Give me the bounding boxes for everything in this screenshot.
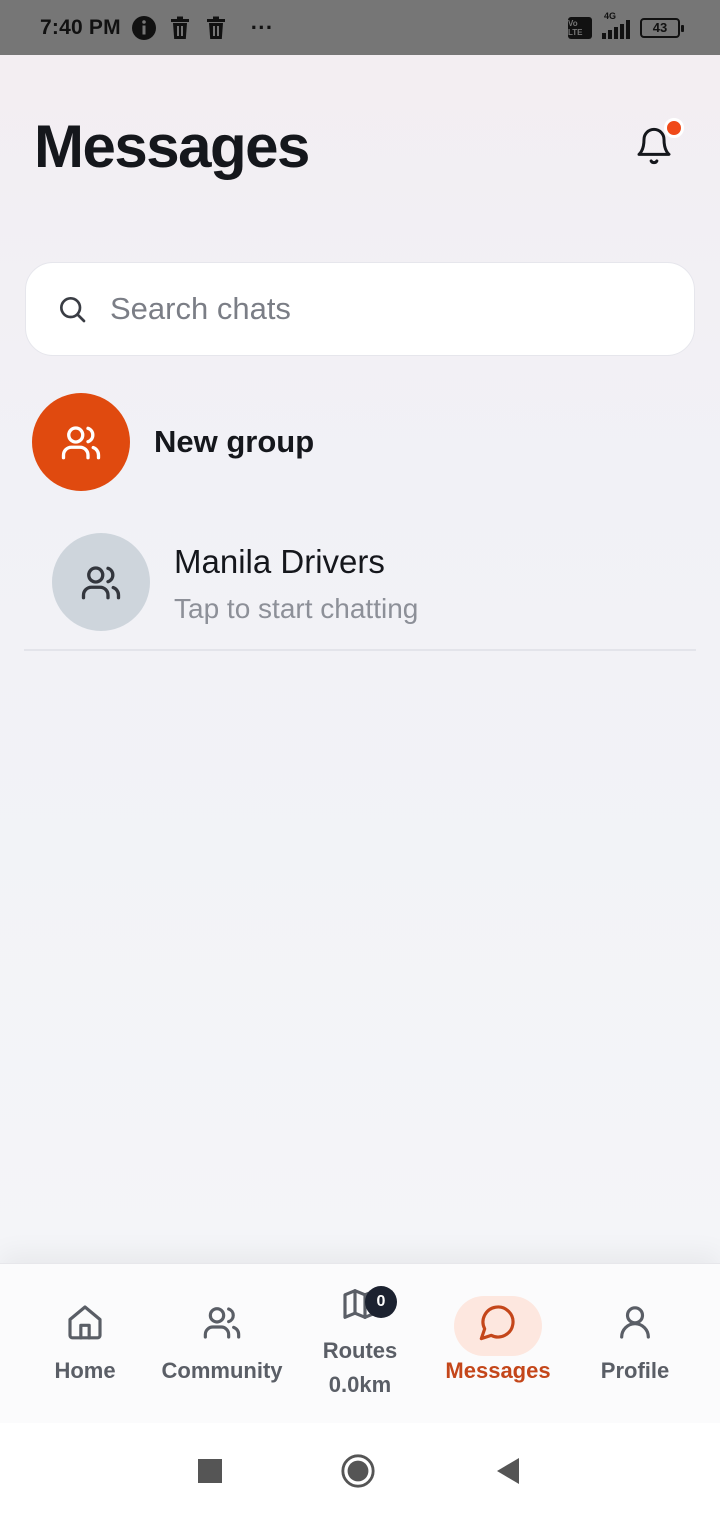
notification-dot	[664, 118, 684, 138]
battery-level: 43	[652, 20, 668, 35]
page-title: Messages	[34, 112, 310, 180]
nav-messages-label: Messages	[445, 1358, 551, 1383]
messages-screen: Messages New group	[0, 55, 720, 1263]
user-icon	[620, 1306, 650, 1339]
nav-home-label: Home	[54, 1358, 116, 1383]
chat-preview: Tap to start chatting	[174, 593, 419, 624]
search-bar[interactable]	[25, 262, 695, 356]
square-icon	[198, 1459, 222, 1483]
nav-home[interactable]: Home	[30, 1264, 140, 1424]
status-time: 7:40 PM	[40, 15, 121, 39]
routes-distance: 0.0km	[328, 1372, 392, 1398]
nav-routes-label: Routes	[322, 1338, 398, 1363]
chat-list-item[interactable]: Manila Drivers Tap to start chatting	[24, 520, 696, 651]
search-icon	[60, 297, 86, 323]
nav-routes[interactable]: 0 Routes 0.0km	[305, 1264, 415, 1424]
page-header: Messages	[34, 111, 686, 181]
signal-icon: 4G	[602, 11, 630, 39]
notifications-button[interactable]	[630, 118, 684, 170]
circle-icon	[341, 1454, 375, 1488]
more-notifications-icon: ···	[250, 14, 274, 40]
routes-badge: 0	[365, 1286, 397, 1318]
new-group-avatar	[32, 393, 130, 491]
volte-icon: Vo LTE	[568, 16, 592, 39]
new-group-button[interactable]: New group	[32, 393, 688, 491]
chat-bubble-icon	[479, 1305, 515, 1341]
chat-name: Manila Drivers	[174, 543, 385, 580]
nav-profile-label: Profile	[600, 1358, 670, 1383]
group-icon	[81, 566, 121, 600]
group-avatar	[52, 533, 150, 631]
system-navigation-bar	[0, 1423, 720, 1520]
back-button[interactable]	[490, 1453, 526, 1489]
nav-community-label: Community	[161, 1358, 283, 1383]
group-icon	[61, 426, 101, 460]
community-icon	[203, 1307, 241, 1339]
back-triangle-icon	[497, 1458, 519, 1484]
nav-profile[interactable]: Profile	[580, 1264, 690, 1424]
home-system-button[interactable]	[340, 1453, 376, 1489]
info-icon	[131, 15, 157, 41]
nav-messages[interactable]: Messages	[428, 1264, 568, 1424]
bottom-navigation: Home Community 0 Routes 0.0km Messages P…	[0, 1263, 720, 1423]
nav-community[interactable]: Community	[152, 1264, 292, 1424]
trash-icon	[167, 15, 193, 41]
status-bar: 7:40 PM ··· Vo LTE 4G 43	[0, 0, 720, 55]
home-icon	[68, 1305, 102, 1340]
search-input[interactable]	[110, 291, 650, 327]
recents-button[interactable]	[192, 1453, 228, 1489]
network-type: 4G	[604, 10, 617, 21]
new-group-label: New group	[154, 424, 315, 459]
battery-icon: 43	[640, 17, 684, 38]
trash-icon	[203, 15, 229, 41]
